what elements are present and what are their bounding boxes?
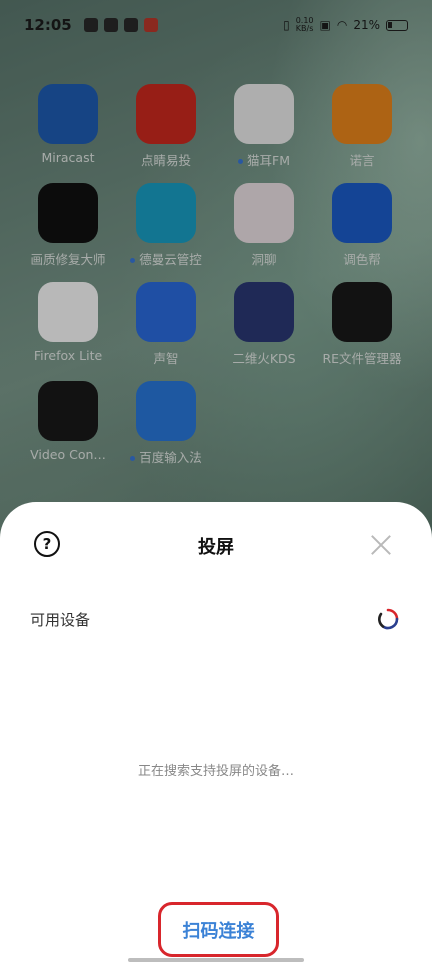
scan-connect-label: 扫码连接: [182, 920, 255, 942]
home-indicator[interactable]: [128, 958, 304, 962]
loading-spinner-icon: [378, 608, 399, 630]
scan-connect-button[interactable]: 扫码连接: [158, 902, 279, 957]
available-devices-label: 可用设备: [30, 611, 91, 629]
searching-status: 正在搜索支持投屏的设备…: [137, 764, 294, 779]
cast-sheet: ? 投屏 可用设备 正在搜索支持投屏的设备… 扫码连接: [0, 502, 432, 964]
close-button[interactable]: [368, 532, 394, 558]
